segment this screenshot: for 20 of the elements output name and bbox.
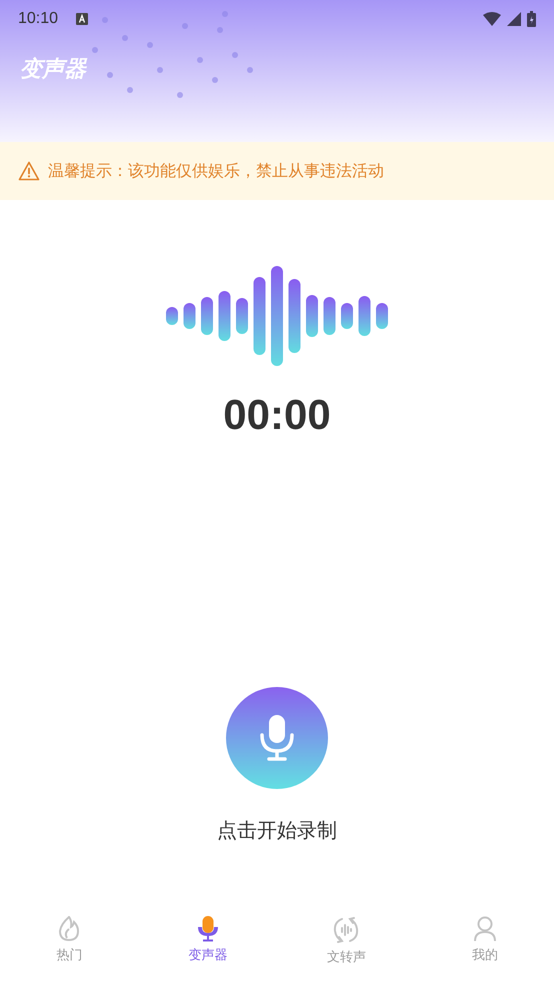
notice-text: 温馨提示：该功能仅供娱乐，禁止从事违法活动 [48, 160, 384, 182]
flame-icon [57, 916, 82, 942]
app-title: 变声器 [20, 56, 86, 84]
nav-tab[interactable]: 热门 [0, 898, 138, 964]
recording-timer: 00:00 [223, 391, 331, 439]
nav-tab[interactable]: 文转声 [277, 898, 416, 966]
sound-wave-icon [166, 265, 388, 367]
microphone-icon [196, 916, 219, 942]
microphone-icon [259, 715, 295, 761]
sound-convert-icon [332, 916, 360, 944]
keyboard-notification-icon [76, 13, 88, 25]
nav-tab[interactable]: 我的 [416, 898, 554, 964]
battery-icon [527, 11, 536, 27]
record-prompt: 点击开始录制 [217, 817, 337, 844]
status-time: 10:10 [18, 10, 58, 28]
warning-icon [18, 161, 40, 181]
signal-icon [507, 12, 521, 26]
nav-tab[interactable]: 变声器 [138, 898, 277, 964]
person-icon [472, 916, 497, 942]
wifi-icon [483, 12, 501, 26]
